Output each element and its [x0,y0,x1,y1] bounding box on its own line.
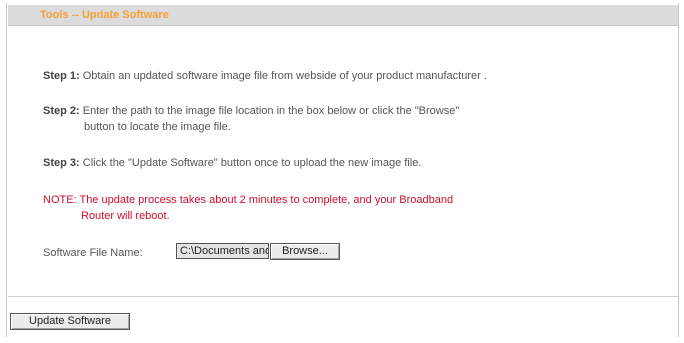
step-1-text: Obtain an updated software image file fr… [82,70,487,82]
software-file-name-label: Software File Name: [43,247,143,259]
step-3-label: Step 3: [43,157,80,169]
step-2-text-line2: button to locate the image file. [84,121,231,133]
note-text: NOTE: The update process takes about 2 m… [43,192,453,224]
update-software-button[interactable]: Update Software [10,313,130,330]
step-3-text: Click the "Update Software" button once … [82,157,422,169]
divider [8,296,678,297]
browse-button[interactable]: Browse... [270,243,340,260]
step-1-label: Step 1: [43,70,80,82]
title-bar: Tools -- Update Software [8,5,678,26]
note-line1: NOTE: The update process takes about 2 m… [43,194,454,206]
note-line2: Router will reboot. [81,210,170,222]
page-title: Tools -- Update Software [40,9,169,21]
step-3: Step 3: Click the "Update Software" butt… [43,155,421,171]
step-2: Step 2: Enter the path to the image file… [43,103,459,135]
step-1: Step 1: Obtain an updated software image… [43,68,487,84]
step-2-text-line1: Enter the path to the image file locatio… [82,105,460,117]
step-2-label: Step 2: [43,105,80,117]
software-file-input[interactable]: C:\Documents and [176,243,269,259]
